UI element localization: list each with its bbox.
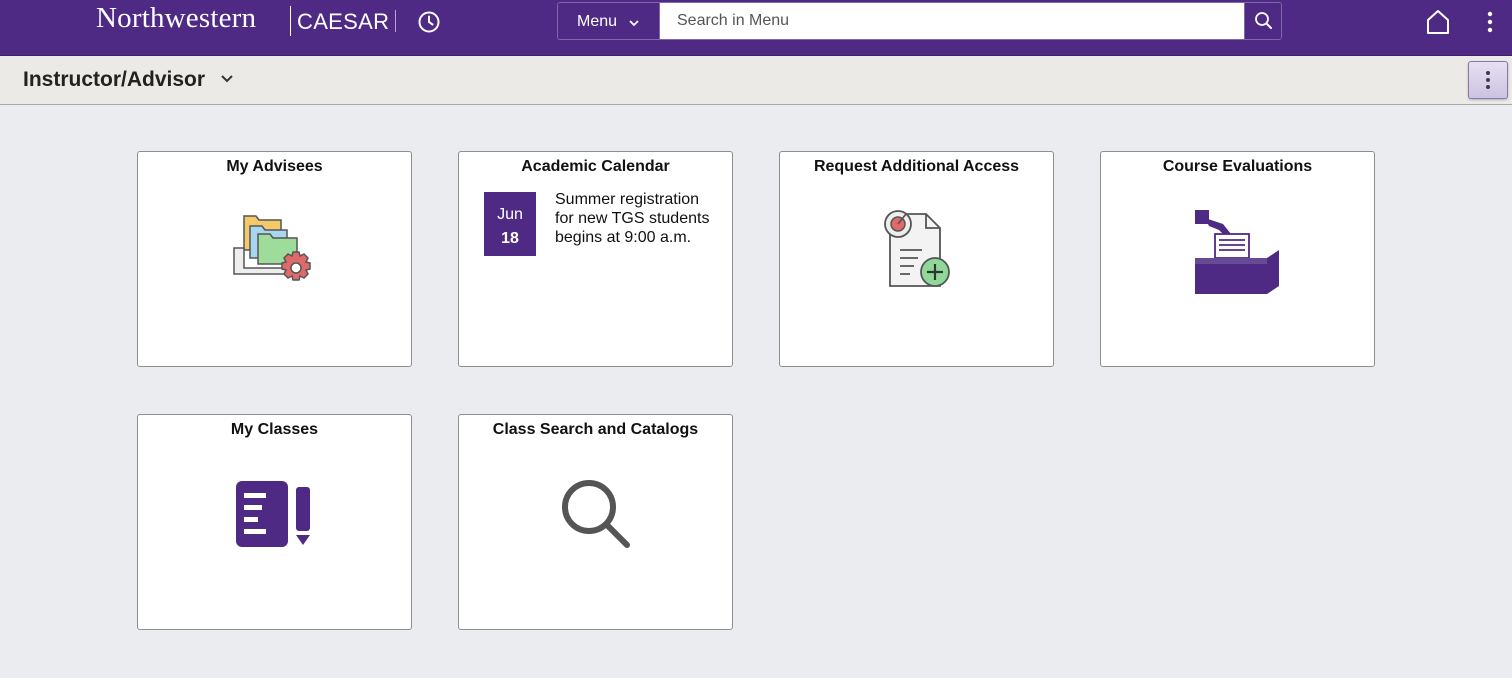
magnifier-icon: [559, 477, 635, 558]
tile-title: Class Search and Catalogs: [492, 421, 699, 438]
tile-academic-calendar[interactable]: Academic Calendar Jun 18 Summer registra…: [458, 151, 733, 367]
northwestern-logo[interactable]: Northwestern: [96, 2, 256, 35]
menu-label: Menu: [577, 13, 618, 30]
chevron-down-icon: [628, 16, 640, 34]
more-vertical-icon: [1469, 71, 1507, 102]
actions-menu-button[interactable]: [1468, 61, 1508, 99]
menu-dropdown-button[interactable]: Menu: [558, 3, 660, 39]
tile-request-additional-access[interactable]: Request Additional Access: [779, 151, 1054, 367]
document-add-icon: [880, 206, 956, 297]
calendar-event-text: Summer registration for new TGS students…: [555, 191, 710, 246]
calendar-day: 18: [501, 230, 519, 247]
tile-title: Academic Calendar: [521, 158, 670, 175]
search-button[interactable]: [1244, 3, 1281, 39]
tile-course-evaluations[interactable]: Course Evaluations: [1100, 151, 1375, 367]
tile-my-advisees[interactable]: My Advisees: [137, 151, 412, 367]
tile-class-search-and-catalogs[interactable]: Class Search and Catalogs: [458, 414, 733, 630]
search-icon: [1245, 12, 1281, 39]
app-name[interactable]: CAESAR: [297, 9, 389, 35]
menu-search-bar: Menu: [557, 2, 1282, 40]
top-navigation-bar: Northwestern CAESAR Menu: [0, 0, 1512, 56]
more-vertical-icon[interactable]: [1480, 8, 1500, 36]
tile-my-classes[interactable]: My Classes: [137, 414, 412, 630]
brand-divider: [290, 6, 291, 36]
folders-gear-icon: [232, 212, 322, 293]
chevron-down-icon[interactable]: [220, 72, 234, 90]
history-icon[interactable]: [416, 9, 442, 35]
notes-pencil-icon: [236, 479, 316, 554]
page-header-bar: Instructor/Advisor: [0, 56, 1512, 105]
tile-title: My Advisees: [226, 158, 323, 175]
page-title[interactable]: Instructor/Advisor: [23, 68, 205, 92]
calendar-date-badge: Jun 18: [484, 192, 536, 256]
home-icon[interactable]: [1424, 8, 1452, 36]
ballot-box-icon: [1191, 208, 1287, 299]
search-input[interactable]: [660, 3, 1244, 39]
header-divider: [395, 10, 396, 32]
tile-title: My Classes: [230, 421, 319, 438]
calendar-month: Jun: [497, 206, 523, 223]
tile-title: Request Additional Access: [813, 158, 1020, 175]
tile-title: Course Evaluations: [1162, 158, 1313, 175]
